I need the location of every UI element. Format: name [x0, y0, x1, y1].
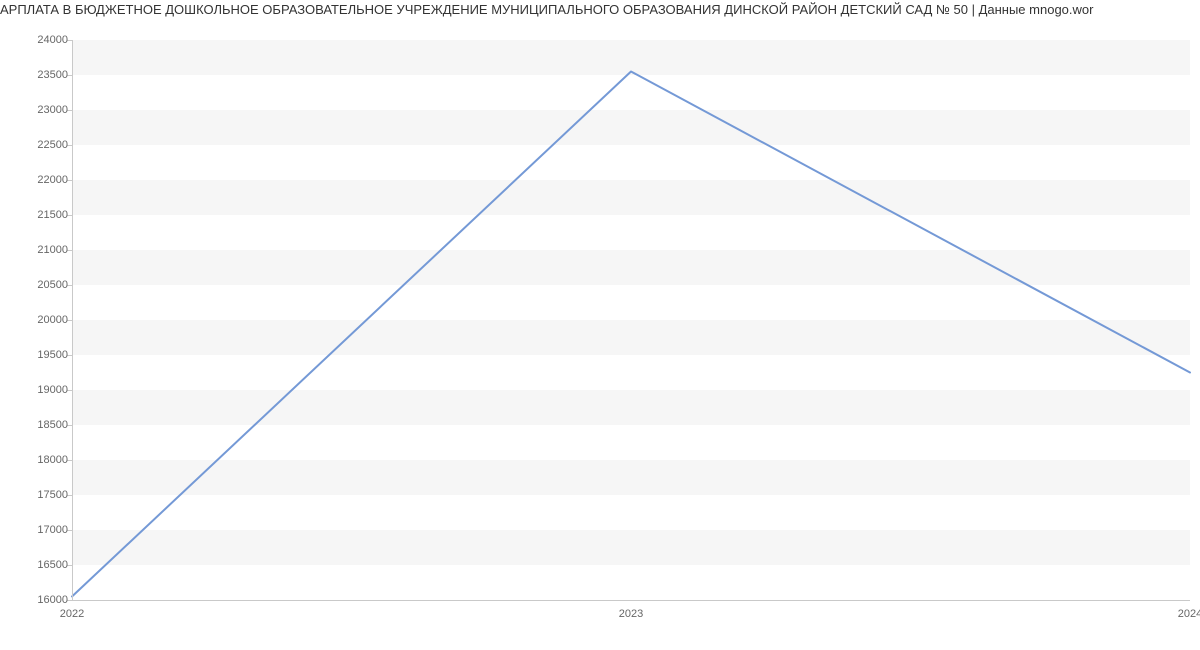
y-tick-label: 18500	[8, 419, 68, 431]
y-axis	[72, 40, 73, 600]
line-series	[72, 40, 1190, 600]
y-tick-label: 21000	[8, 244, 68, 256]
x-axis	[72, 600, 1190, 601]
y-tick-label: 24000	[8, 34, 68, 46]
y-tick-label: 20000	[8, 314, 68, 326]
y-tick-label: 19500	[8, 349, 68, 361]
y-tick-label: 17500	[8, 489, 68, 501]
x-tick-label: 2022	[60, 608, 84, 620]
y-tick-label: 22000	[8, 174, 68, 186]
y-tick-label: 20500	[8, 279, 68, 291]
y-tick-label: 17000	[8, 524, 68, 536]
x-tick-label: 2023	[619, 608, 643, 620]
y-tick-label: 18000	[8, 454, 68, 466]
salary-line-chart: АРПЛАТА В БЮДЖЕТНОЕ ДОШКОЛЬНОЕ ОБРАЗОВАТ…	[0, 0, 1200, 650]
y-tick-label: 19000	[8, 384, 68, 396]
x-tick-label: 2024	[1178, 608, 1200, 620]
y-tick-label: 22500	[8, 139, 68, 151]
y-tick-label: 21500	[8, 209, 68, 221]
chart-title: АРПЛАТА В БЮДЖЕТНОЕ ДОШКОЛЬНОЕ ОБРАЗОВАТ…	[0, 2, 1200, 17]
y-tick-label: 16500	[8, 559, 68, 571]
y-tick-label: 23500	[8, 69, 68, 81]
y-tick-label: 16000	[8, 594, 68, 606]
plot-area	[72, 40, 1190, 600]
y-tick-label: 23000	[8, 104, 68, 116]
